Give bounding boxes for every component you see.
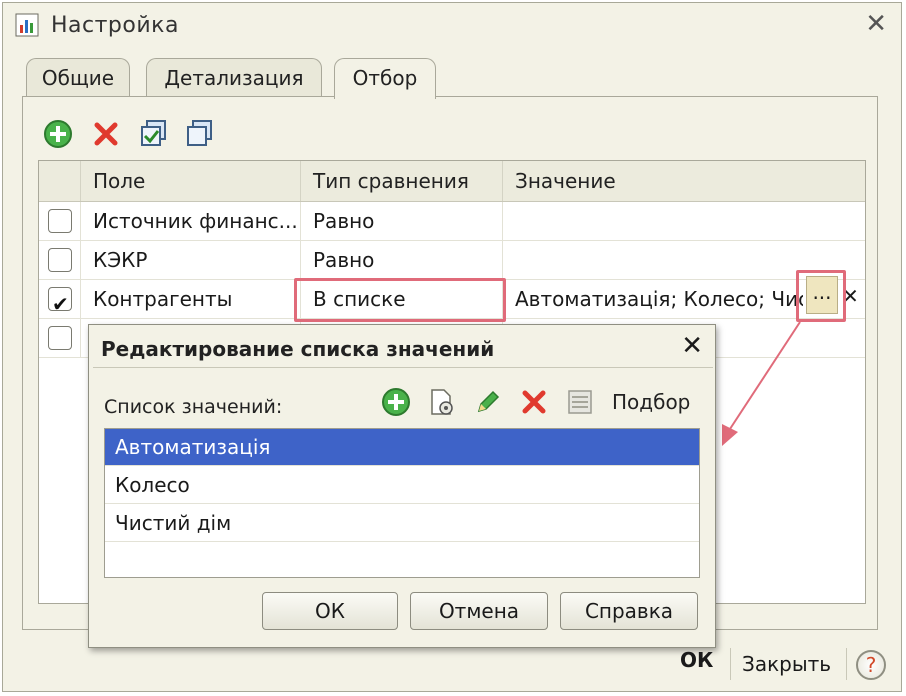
tab-detail[interactable]: Детализация: [146, 58, 322, 96]
row-checkbox[interactable]: [48, 248, 72, 272]
dialog-add-icon[interactable]: [380, 386, 412, 418]
row-field[interactable]: Источник финанс...: [81, 202, 301, 240]
check-all-icon[interactable]: [138, 118, 170, 150]
row-field[interactable]: Контрагенты: [81, 280, 301, 318]
row-compare[interactable]: Равно: [301, 202, 503, 240]
footer-divider: [846, 648, 847, 680]
footer-ok-button[interactable]: ОК: [680, 648, 713, 672]
highlight-dots-box: [796, 270, 846, 322]
header-compare[interactable]: Тип сравнения: [301, 161, 503, 201]
list-item-selected[interactable]: Автоматизація: [105, 429, 699, 466]
tab-general[interactable]: Общие: [26, 58, 130, 96]
dialog-help-button[interactable]: Справка: [560, 592, 698, 630]
table-row[interactable]: КЭКР Равно: [39, 241, 865, 280]
value-list-label: Список значений:: [104, 396, 283, 418]
row-compare[interactable]: Равно: [301, 241, 503, 279]
dialog-title: Редактирование списка значений: [101, 337, 495, 361]
grid-header: Поле Тип сравнения Значение: [39, 161, 865, 202]
title-bar: Настройка ✕: [3, 3, 901, 51]
help-icon[interactable]: ?: [856, 650, 886, 680]
list-item[interactable]: Колесо: [105, 467, 699, 504]
row-checkbox[interactable]: [48, 209, 72, 233]
row-checkbox[interactable]: [48, 326, 72, 350]
footer-divider: [730, 648, 731, 680]
dialog-edit-icon[interactable]: [472, 386, 504, 418]
row-checkbox-checked[interactable]: ✔: [48, 287, 72, 316]
window-close-icon[interactable]: ✕: [865, 9, 887, 39]
footer-close-button[interactable]: Закрыть: [742, 652, 831, 676]
row-value[interactable]: [503, 202, 865, 240]
podbor-button[interactable]: Подбор: [612, 390, 690, 414]
header-field[interactable]: Поле: [81, 161, 301, 201]
header-check-column: [39, 161, 81, 201]
highlight-compare-box: [294, 278, 506, 322]
dialog-cancel-button[interactable]: Отмена: [410, 592, 548, 630]
dialog-close-icon[interactable]: ✕: [681, 331, 703, 361]
delete-icon[interactable]: [90, 118, 122, 150]
row-field[interactable]: КЭКР: [81, 241, 301, 279]
table-row[interactable]: Источник финанс... Равно: [39, 202, 865, 241]
checkmark-icon: ✔: [52, 292, 69, 316]
value-list: Автоматизація Колесо Чистий дім: [104, 428, 700, 578]
tab-filter[interactable]: Отбор: [334, 58, 436, 99]
dialog-copy-icon[interactable]: [426, 386, 458, 418]
dialog-delete-icon[interactable]: [518, 386, 550, 418]
add-icon[interactable]: [42, 118, 74, 150]
dialog-list-icon[interactable]: [564, 386, 596, 418]
report-icon: [15, 13, 39, 37]
window-title: Настройка: [51, 13, 179, 38]
row-value[interactable]: Автоматизація; Колесо; Чис: [503, 280, 803, 318]
uncheck-all-icon[interactable]: [184, 118, 216, 150]
header-value[interactable]: Значение: [503, 161, 865, 201]
dialog-ok-button[interactable]: ОК: [262, 592, 398, 630]
list-item[interactable]: Чистий дім: [105, 505, 699, 542]
